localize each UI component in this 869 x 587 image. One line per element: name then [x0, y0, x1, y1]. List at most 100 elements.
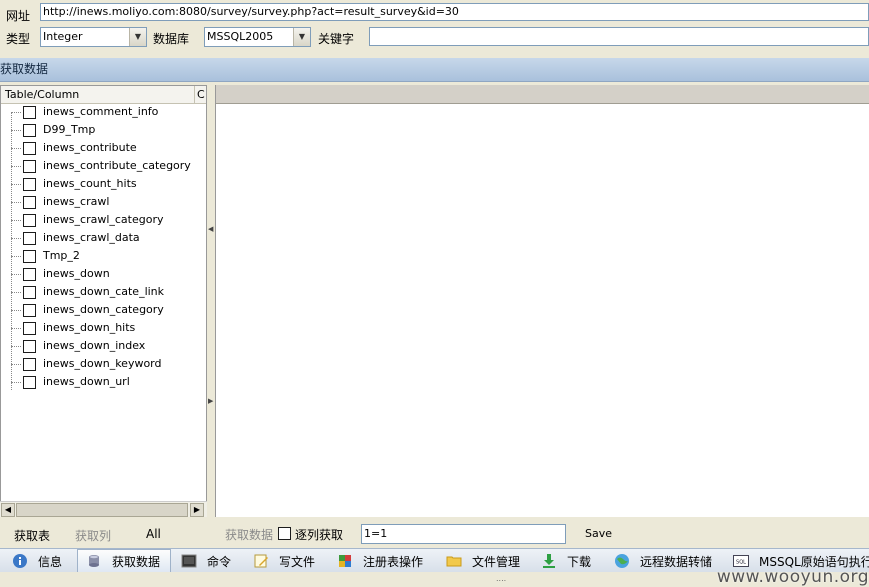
tab-file-manager[interactable]: 文件管理 [446, 549, 520, 573]
column-header-c[interactable]: C [197, 86, 206, 103]
tree-connector [11, 256, 21, 257]
url-input[interactable]: http://inews.moliyo.com:8080/survey/surv… [40, 3, 869, 21]
table-name: inews_count_hits [43, 177, 137, 190]
table-tree: Table/Column C inews_comment_info D99_Tmp… [0, 85, 207, 517]
select-all-button[interactable]: All [146, 527, 161, 541]
table-checkbox[interactable] [23, 376, 36, 389]
table-name: inews_down [43, 267, 110, 280]
table-name: inews_down_index [43, 339, 146, 352]
tree-connector [11, 346, 21, 347]
save-button[interactable]: Save [585, 527, 612, 540]
scroll-thumb[interactable] [16, 503, 188, 517]
chevron-down-icon[interactable]: ▼ [293, 28, 310, 46]
column-header-table[interactable]: Table/Column [1, 86, 195, 103]
query-form: 网址 http://inews.moliyo.com:8080/survey/s… [0, 0, 869, 56]
table-name: Tmp_2 [43, 249, 80, 262]
tree-item[interactable]: inews_down_category [1, 301, 206, 319]
tree-connector [11, 166, 21, 167]
table-checkbox[interactable] [23, 142, 36, 155]
tree-connector [11, 382, 21, 383]
table-checkbox[interactable] [23, 358, 36, 371]
tree-connector [11, 310, 21, 311]
table-checkbox[interactable] [23, 214, 36, 227]
status-grip: .... [496, 574, 507, 583]
tree-item[interactable]: inews_down_index [1, 337, 206, 355]
left-action-bar: 获取表 获取列 All [0, 519, 207, 547]
table-name: inews_down_cate_link [43, 285, 165, 298]
table-checkbox[interactable] [23, 232, 36, 245]
tree-item[interactable]: inews_down_keyword [1, 355, 206, 373]
keyword-input[interactable] [369, 27, 869, 46]
table-name: inews_crawl [43, 195, 110, 208]
svg-text:SQL: SQL [736, 560, 746, 566]
table-checkbox[interactable] [23, 178, 36, 191]
table-checkbox[interactable] [23, 286, 36, 299]
tab-command[interactable]: 命令 [181, 549, 231, 573]
get-data-button[interactable]: 获取数据 [225, 526, 273, 543]
chevron-down-icon[interactable]: ▼ [129, 28, 146, 46]
tab-get-data[interactable]: 获取数据 [77, 549, 171, 573]
tree-item[interactable]: inews_crawl_category [1, 211, 206, 229]
table-checkbox[interactable] [23, 160, 36, 173]
tab-label: 文件管理 [472, 554, 521, 569]
tab-label: 远程数据转储 [640, 554, 713, 569]
table-checkbox[interactable] [23, 304, 36, 317]
url-label: 网址 [6, 9, 31, 23]
table-name: inews_crawl_data [43, 231, 140, 244]
tab-registry[interactable]: 注册表操作 [337, 549, 423, 573]
condition-input[interactable]: 1=1 [361, 524, 566, 544]
table-name: inews_down_category [43, 303, 164, 316]
get-columns-button[interactable]: 获取列 [75, 527, 111, 544]
table-name: inews_comment_info [43, 105, 159, 118]
tree-item[interactable]: inews_contribute_category [1, 157, 206, 175]
tree-item[interactable]: inews_crawl [1, 193, 206, 211]
get-tables-button[interactable]: 获取表 [14, 527, 50, 544]
table-checkbox[interactable] [23, 106, 36, 119]
tree-item[interactable]: inews_contribute [1, 139, 206, 157]
tab-remote-dump[interactable]: 远程数据转储 [614, 549, 712, 573]
one-by-one-checkbox[interactable] [278, 527, 291, 540]
tab-info[interactable]: 信息 [12, 549, 62, 573]
tree-item[interactable]: inews_down [1, 265, 206, 283]
type-select[interactable]: Integer ▼ [40, 27, 147, 47]
tab-write-file[interactable]: 写文件 [253, 549, 315, 573]
table-checkbox[interactable] [23, 250, 36, 263]
db-select[interactable]: MSSQL2005 ▼ [204, 27, 311, 47]
tree-item[interactable]: inews_comment_info [1, 103, 206, 121]
right-action-bar: 获取数据 逐列获取 1=1 Save [215, 519, 869, 547]
tree-connector [11, 220, 21, 221]
table-checkbox[interactable] [23, 322, 36, 335]
tree-item[interactable]: inews_down_cate_link [1, 283, 206, 301]
table-name: inews_down_url [43, 375, 130, 388]
database-icon [86, 553, 102, 569]
collapse-right-icon[interactable]: ▶ [208, 397, 213, 407]
write-file-icon [253, 553, 269, 569]
tree-connector [11, 292, 21, 293]
table-checkbox[interactable] [23, 196, 36, 209]
tree-item[interactable]: Tmp_2 [1, 247, 206, 265]
data-grid[interactable] [215, 85, 869, 517]
type-select-value: Integer [43, 30, 83, 43]
tree-column-header: Table/Column C [1, 86, 206, 104]
pane-splitter[interactable]: ◀ ▶ [207, 85, 215, 517]
collapse-left-icon[interactable]: ◀ [208, 225, 213, 235]
scroll-right-icon[interactable]: ▶ [190, 503, 204, 517]
tree-connector [11, 112, 21, 113]
table-name: inews_down_hits [43, 321, 136, 334]
tree-item[interactable]: inews_down_url [1, 373, 206, 391]
keyword-label: 关键字 [318, 32, 355, 46]
tree-item[interactable]: inews_down_hits [1, 319, 206, 337]
table-checkbox[interactable] [23, 124, 36, 137]
terminal-icon [181, 553, 197, 569]
scroll-left-icon[interactable]: ◀ [1, 503, 15, 517]
tree-item[interactable]: inews_crawl_data [1, 229, 206, 247]
tree-connector [11, 274, 21, 275]
table-checkbox[interactable] [23, 268, 36, 281]
tree-item[interactable]: inews_count_hits [1, 175, 206, 193]
db-label: 数据库 [153, 32, 190, 46]
tab-download[interactable]: 下载 [541, 549, 591, 573]
tree-hscrollbar[interactable]: ◀ ▶ [0, 501, 207, 517]
table-checkbox[interactable] [23, 340, 36, 353]
tree-item[interactable]: D99_Tmp [1, 121, 206, 139]
table-name: inews_down_keyword [43, 357, 162, 370]
